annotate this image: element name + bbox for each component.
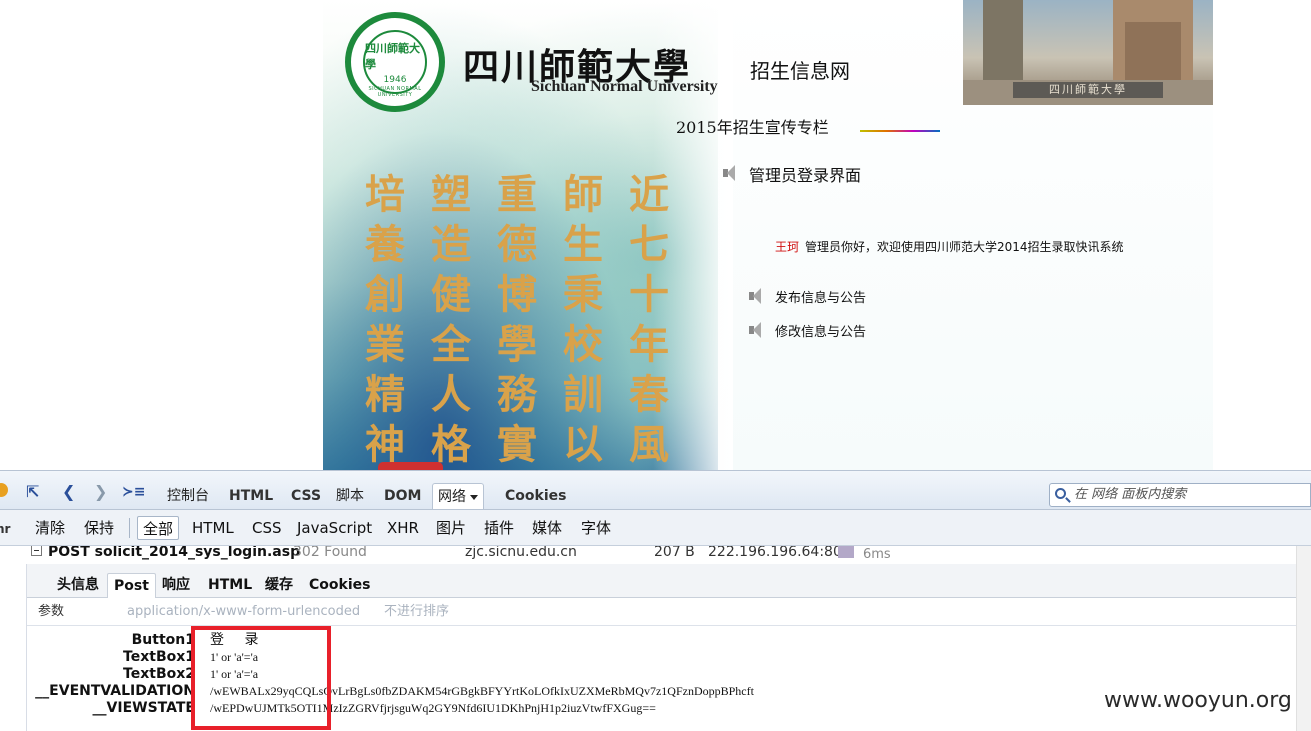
- chevron-down-icon[interactable]: [470, 494, 478, 500]
- logo-ring-text: SICHUAN NORMAL UNIVERSITY: [368, 86, 422, 98]
- logo-inner-ring: 四川師範大學 1946: [363, 30, 427, 94]
- logo-text: 四川師範大學: [365, 41, 420, 71]
- welcome-text: 管理员你好，欢迎使用四川师范大学2014招生录取快讯系统: [805, 240, 1124, 254]
- tab-network[interactable]: 网络: [432, 483, 484, 509]
- panel-scrollbar[interactable]: [1296, 546, 1311, 731]
- tab-headers[interactable]: 头信息: [51, 573, 105, 598]
- watermark: www.wooyun.org: [1104, 688, 1292, 713]
- edit-notice-link[interactable]: 修改信息与公告: [775, 321, 866, 340]
- network-filter-toolbar: nr 清除 保持 全部 HTML CSS JavaScript XHR 图片 插…: [0, 510, 1311, 546]
- request-status: 302 Found: [293, 546, 367, 560]
- param-name: Button1: [131, 632, 195, 648]
- university-admin-page: 四川師範大學 四川師範大學 1946 SICHUAN NORMAL UNIVER…: [323, 0, 1213, 470]
- request-size: 207 B: [654, 546, 695, 560]
- filter-media[interactable]: 媒体: [527, 516, 567, 540]
- detail-tabs: 头信息 Post 响应 HTML 缓存 Cookies: [27, 564, 1311, 598]
- tab-response[interactable]: 响应: [156, 573, 196, 598]
- campaign-underline: [860, 130, 940, 132]
- screenshot-root: 四川師範大學 四川師範大學 1946 SICHUAN NORMAL UNIVER…: [0, 0, 1311, 731]
- calligraphy-column: 師生秉校訓以: [563, 171, 603, 468]
- panel-menu-icon[interactable]: nr: [0, 520, 10, 538]
- network-search-input[interactable]: 在 网络 面板内搜索: [1049, 483, 1311, 507]
- speaker-icon: [721, 164, 739, 182]
- logo-year: 1946: [383, 74, 407, 85]
- tab-post[interactable]: Post: [107, 573, 156, 598]
- tab-cache[interactable]: 缓存: [259, 573, 299, 598]
- tab-html-response[interactable]: HTML: [202, 573, 258, 598]
- inspect-pointer-icon[interactable]: ⇱: [26, 483, 39, 501]
- calligraphy-column: 近七十年春風化: [629, 171, 669, 468]
- request-time: 6ms: [863, 547, 891, 562]
- search-icon: [1055, 488, 1066, 499]
- back-arrow-icon[interactable]: ❮: [62, 483, 75, 501]
- speaker-icon: [747, 287, 765, 305]
- param-name: TextBox2: [123, 666, 195, 682]
- filter-xhr[interactable]: XHR: [382, 516, 424, 540]
- calligraphy-column: 塑造健全人格: [431, 171, 471, 468]
- campus-sign: 四川師範大學: [1013, 82, 1163, 98]
- calligraphy-motto: 培養創業精神 塑造健全人格 重德博學務實 師生秉校訓以 近七十年春風化: [363, 170, 671, 470]
- filter-javascript[interactable]: JavaScript: [292, 516, 377, 540]
- search-placeholder: 在 网络 面板内搜索: [1074, 487, 1187, 502]
- university-name-en: Sichuan Normal University: [531, 78, 718, 95]
- clear-button[interactable]: 清除: [30, 516, 70, 540]
- filter-all[interactable]: 全部: [137, 516, 180, 540]
- red-seal: [378, 462, 443, 470]
- publish-notice-link[interactable]: 发布信息与公告: [775, 287, 866, 306]
- tab-dom[interactable]: DOM: [379, 483, 426, 509]
- persist-button[interactable]: 保持: [79, 516, 119, 540]
- request-url[interactable]: POST solicit_2014_sys_login.asp: [48, 546, 300, 559]
- sort-toggle[interactable]: 不进行排序: [384, 598, 449, 626]
- filter-html[interactable]: HTML: [187, 516, 239, 540]
- param-name: __EVENTVALIDATION: [35, 683, 195, 699]
- firebug-main-toolbar: ⇱ ❮ ❯ ≻≡ 控制台 HTML CSS 脚本 DOM 网络 Cookies …: [0, 470, 1311, 510]
- request-domain: zjc.sicnu.edu.cn: [465, 546, 577, 560]
- firebug-bug-icon[interactable]: [0, 483, 8, 497]
- tab-cookies[interactable]: Cookies: [500, 483, 571, 509]
- tab-detail-cookies[interactable]: Cookies: [303, 573, 376, 598]
- calligraphy-column: 培養創業精神: [365, 171, 405, 468]
- toolbar-separator: [129, 518, 130, 538]
- forward-arrow-icon[interactable]: ❯: [94, 483, 107, 501]
- param-name: TextBox1: [123, 649, 195, 665]
- site-name: 招生信息网: [750, 59, 850, 83]
- admin-login-title: 管理员登录界面: [749, 166, 862, 185]
- collapse-toggle-icon[interactable]: [31, 546, 42, 556]
- params-header: 参数 application/x-www-form-urlencoded 不进行…: [27, 598, 1311, 626]
- filter-images[interactable]: 图片: [431, 516, 471, 540]
- filter-css[interactable]: CSS: [247, 516, 287, 540]
- campus-gate-photo: 四川師範大學: [963, 0, 1213, 105]
- command-line-icon[interactable]: ≻≡: [122, 483, 145, 501]
- tab-network-label: 网络: [438, 489, 466, 505]
- tab-html[interactable]: HTML: [224, 483, 278, 509]
- campaign-title: 2015年招生宣传专栏: [676, 118, 829, 137]
- params-label: 参数: [38, 604, 65, 619]
- welcome-user: 王珂: [775, 240, 800, 254]
- request-remote-ip: 222.196.196.64:80: [708, 546, 842, 560]
- welcome-message: 王珂 管理员你好，欢迎使用四川师范大学2014招生录取快讯系统: [775, 238, 1124, 255]
- sql-injection-highlight-box: [191, 626, 331, 730]
- tab-script[interactable]: 脚本: [331, 483, 369, 509]
- calligraphy-column: 重德博學務實: [497, 171, 537, 468]
- filter-fonts[interactable]: 字体: [576, 516, 616, 540]
- request-row[interactable]: POST solicit_2014_sys_login.asp 302 Foun…: [0, 546, 1311, 564]
- filter-plugins[interactable]: 插件: [479, 516, 519, 540]
- speaker-icon: [747, 321, 765, 339]
- university-logo: 四川師範大學 1946 SICHUAN NORMAL UNIVERSITY: [345, 12, 445, 112]
- content-type: application/x-www-form-urlencoded: [127, 604, 361, 619]
- timing-bar: [838, 546, 854, 558]
- param-name: __VIEWSTATE: [92, 700, 195, 716]
- tab-console[interactable]: 控制台: [162, 483, 214, 509]
- tab-css[interactable]: CSS: [286, 483, 326, 509]
